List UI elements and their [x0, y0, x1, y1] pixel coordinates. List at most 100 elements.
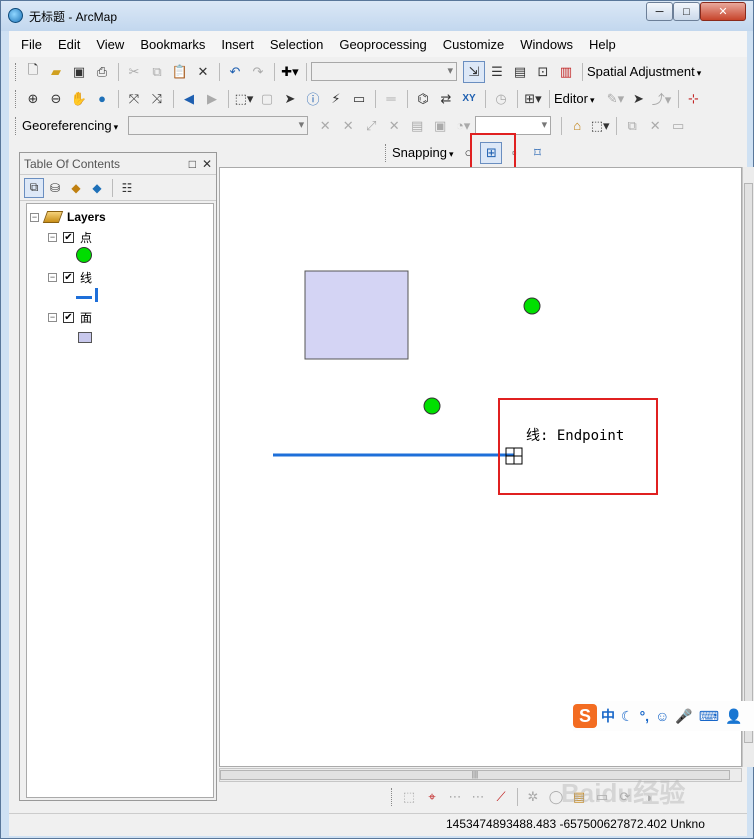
toc-options-icon[interactable]: ☷ [117, 178, 137, 198]
collapse-icon[interactable]: − [48, 232, 57, 242]
map-view[interactable]: 线: Endpoint [219, 167, 742, 767]
menu-file[interactable]: File [21, 37, 42, 52]
edit-tool-icon[interactable]: ✎▾ [605, 88, 627, 110]
hyperlink-icon[interactable]: ⚡ [325, 88, 347, 110]
ime-language-toggle[interactable]: 中 [601, 706, 615, 726]
overlay-icon[interactable]: ⌂ [566, 115, 588, 137]
adjust-icon[interactable]: ▭ [667, 115, 689, 137]
menu-bookmarks[interactable]: Bookmarks [140, 37, 205, 52]
toolbar-grip[interactable] [15, 62, 18, 81]
point-feature[interactable] [423, 397, 441, 415]
toc-autohide-icon[interactable]: □ [189, 157, 196, 171]
sketch-icon[interactable]: ✲ [522, 786, 544, 808]
table-of-contents-icon[interactable]: ☰ [486, 61, 508, 83]
map-scale-combo[interactable] [311, 62, 457, 81]
zoom-in-icon[interactable]: ⊕ [22, 88, 44, 110]
menu-geoprocessing[interactable]: Geoprocessing [339, 37, 426, 52]
find-icon[interactable]: ⌬ [412, 88, 434, 110]
polygon-feature[interactable] [304, 270, 409, 360]
list-by-visibility-icon[interactable]: ◆ [66, 178, 86, 198]
shift-icon[interactable]: ✕ [337, 115, 359, 137]
point-feature[interactable] [523, 297, 541, 315]
menu-view[interactable]: View [96, 37, 124, 52]
clear-selection-icon[interactable]: ▢ [256, 88, 278, 110]
layer-item-polygon[interactable]: − ✔ 面 [48, 309, 92, 325]
close-button[interactable]: ✕ [700, 2, 746, 21]
viewer-icon[interactable]: ▣ [429, 115, 451, 137]
scroll-thumb[interactable]: ||| [220, 770, 730, 780]
maximize-button[interactable]: □ [673, 2, 700, 21]
editor-toolbar-icon[interactable]: ⇲ [463, 60, 485, 83]
collapse-icon[interactable]: − [48, 312, 57, 322]
toolbar-grip[interactable] [385, 143, 388, 162]
ime-emoji-icon[interactable]: ☺ [655, 708, 669, 724]
refresh-icon[interactable]: ⟳ [614, 786, 636, 808]
toolbar-grip[interactable] [15, 116, 18, 135]
collapse-icon[interactable]: − [48, 272, 57, 282]
georef-layer-combo[interactable] [128, 116, 309, 135]
map-vertical-scrollbar[interactable] [742, 167, 754, 767]
draw-rectangle-icon[interactable]: ⬚ [398, 786, 420, 808]
ime-punctuation-icon[interactable]: °, [640, 708, 650, 724]
sogou-logo-icon[interactable]: S [573, 704, 597, 728]
transform-icon[interactable]: ⬚▾ [589, 115, 611, 137]
menu-selection[interactable]: Selection [270, 37, 323, 52]
paste-icon[interactable]: 📋 [169, 61, 191, 83]
list-by-drawing-order-icon[interactable]: ⧉ [24, 177, 44, 198]
ime-moon-icon[interactable]: ☾ [621, 708, 634, 725]
layer-item-point[interactable]: − ✔ 点 [48, 229, 92, 245]
create-viewer-window-icon[interactable]: ⊞▾ [522, 88, 544, 110]
minimize-button[interactable]: ─ [646, 2, 673, 21]
ime-keyboard-icon[interactable]: ⌨ [699, 708, 719, 725]
spatial-adjustment-menu[interactable]: Spatial Adjustment ▾ [587, 64, 701, 79]
midpoint-icon[interactable]: ⋯ [467, 786, 489, 808]
map-horizontal-scrollbar[interactable]: ||| [219, 768, 742, 782]
editor-menu[interactable]: Editor ▾ [554, 91, 595, 106]
zoom-out-icon[interactable]: ⊖ [45, 88, 67, 110]
menu-help[interactable]: Help [589, 37, 616, 52]
trace-icon[interactable]: ⟋ [490, 786, 512, 808]
save-icon[interactable]: ▣ [68, 61, 90, 83]
pan-icon[interactable]: ✋ [68, 88, 90, 110]
line-symbol[interactable] [76, 287, 98, 303]
split-tool-icon[interactable]: ⊹ [683, 88, 705, 110]
fixed-zoom-in-icon[interactable]: ⤧ [123, 88, 145, 110]
select-elements-icon[interactable]: ➤ [279, 88, 301, 110]
delete-icon[interactable]: ✕ [192, 61, 214, 83]
tree-root[interactable]: − Layers [30, 209, 106, 225]
catalog-icon[interactable]: ▤ [509, 61, 531, 83]
ime-user-icon[interactable]: 👤 [725, 708, 742, 725]
point-symbol[interactable] [76, 247, 92, 263]
circle-icon[interactable]: ◯ [545, 786, 567, 808]
list-by-selection-icon[interactable]: ◆ [87, 178, 107, 198]
map-canvas[interactable]: 线: Endpoint [220, 168, 743, 768]
select-features-icon[interactable]: ⬚▾ [233, 88, 255, 110]
layer-visibility-checkbox[interactable]: ✔ [63, 311, 74, 323]
measure-icon[interactable]: ═ [380, 88, 402, 110]
fixed-zoom-out-icon[interactable]: ⤨ [146, 88, 168, 110]
new-document-icon[interactable]: 🗋 [22, 61, 44, 83]
toolbar-grip[interactable] [15, 89, 18, 108]
straight-segment-icon[interactable]: ⋯ [444, 786, 466, 808]
effects-icon[interactable]: ⧉ [621, 115, 643, 137]
ime-mic-icon[interactable]: 🎤 [675, 708, 692, 725]
full-extent-icon[interactable]: ● [91, 88, 113, 110]
scale-icon[interactable]: ⤢ [360, 115, 382, 137]
menu-edit[interactable]: Edit [58, 37, 80, 52]
undo-icon[interactable]: ↶ [224, 61, 246, 83]
redo-icon[interactable]: ↷ [247, 61, 269, 83]
back-extent-icon[interactable]: ◀ [178, 88, 200, 110]
reshape-icon[interactable]: ⤴▾ [651, 88, 673, 110]
rubbersheet-icon[interactable]: ✕ [644, 115, 666, 137]
collapse-icon[interactable]: − [30, 212, 39, 222]
go-to-xy-icon[interactable]: XY [458, 88, 480, 110]
cut-icon[interactable]: ✂ [123, 61, 145, 83]
add-data-icon[interactable]: ✚▾ [279, 61, 301, 83]
layer-visibility-checkbox[interactable]: ✔ [63, 271, 74, 283]
time-slider-icon[interactable]: ◷ [490, 88, 512, 110]
layout-view-icon[interactable]: ▭ [591, 786, 613, 808]
toc-close-icon[interactable]: ✕ [202, 157, 212, 171]
edge-snapping-icon[interactable]: ⌑ [526, 142, 548, 164]
georeferencing-menu[interactable]: Georeferencing ▾ [22, 118, 118, 133]
rotate-icon[interactable]: ✕ [314, 115, 336, 137]
